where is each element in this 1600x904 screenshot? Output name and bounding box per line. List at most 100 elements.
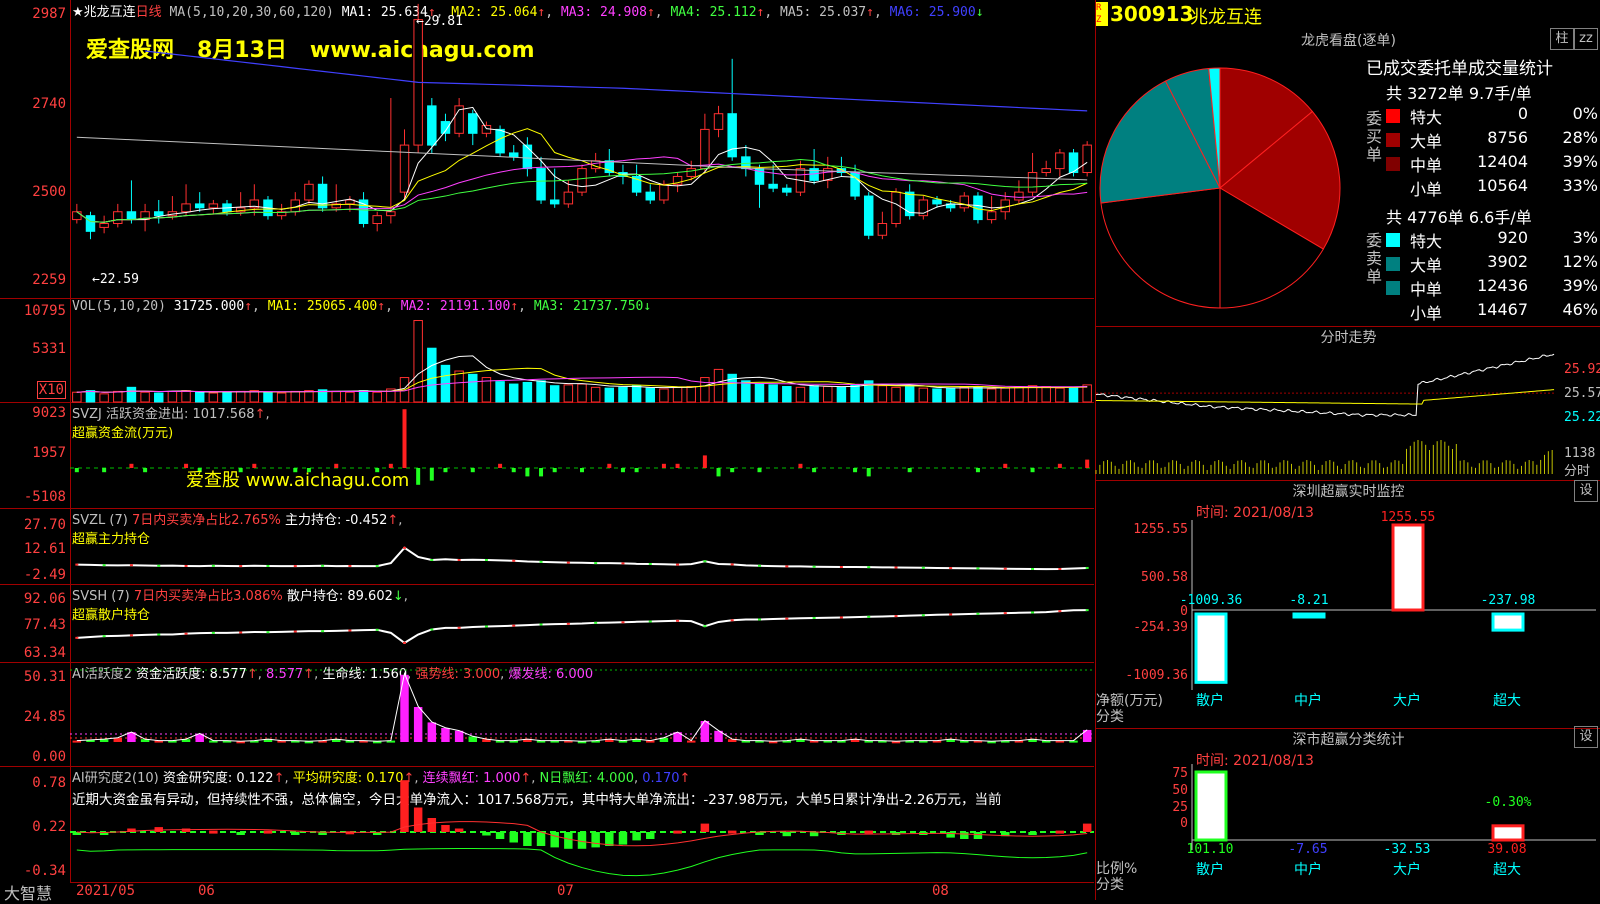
svsh-chart[interactable] [70,584,1094,662]
svzj-bar [675,463,680,468]
air-bar [1082,823,1092,832]
volume-panel[interactable]: VOL(5,10,20) 31725.000↑, MA1: 25065.400↑… [70,298,1094,403]
air-axis: 0.78 0.22 -0.34 [0,766,71,883]
axis-label: 92.06 [23,591,66,607]
ai-panel[interactable]: AI活跃度2 资金活跃度: 8.577↑, 8.577↑, 生命线: 1.560… [70,662,1094,767]
sell-label: 委卖单 [1366,231,1383,286]
svzj-bar [402,409,407,468]
axis-label: 5331 [32,341,66,357]
mon-category: 散户 [1196,692,1224,709]
air-bar [413,807,423,832]
line-marker [785,565,789,568]
candle [1027,172,1038,193]
line-marker [839,616,843,619]
axis-label: 9023 [32,405,66,421]
mon-category: 中户 [1294,692,1322,709]
candle [181,203,191,213]
mon-category: 大户 [1393,692,1421,709]
color-swatch [1386,305,1402,321]
svzj-chart[interactable] [70,402,1094,508]
svsh-line [76,609,1088,645]
air-chart[interactable] [70,766,1094,882]
fs-ylabel: 25.92 [1564,362,1600,377]
line-marker [484,559,488,562]
axis-label: -2.49 [23,567,66,583]
cls-ylabel: 25 [1172,800,1188,815]
volume-bar [1000,387,1010,403]
line-marker [867,566,871,569]
row-percent: 28% [1562,128,1598,147]
volume-bar [345,391,355,403]
air-bar [564,832,573,849]
axis-label: 27.70 [23,517,66,533]
svzj-panel[interactable]: SVZJ 活跃资金进出: 1017.568↑, 超赢资金流(万元) 爱查股 ww… [70,402,1094,509]
air-green-line [76,848,1088,877]
line-marker [1031,568,1035,571]
volume-bar [563,384,574,403]
classify-chart[interactable]: 75 50 250 101.10 散户 -7.65 中户 -32.53 大户 39.08 超大 -0.… [1096,750,1600,900]
svzj-axis: 9023 1957 -5108 [0,402,71,509]
volume-bar [700,377,710,403]
volume-bar [877,385,888,403]
volume-bar [85,390,96,403]
svzj-bar [812,468,817,473]
air-bar [181,828,191,832]
row-name: 大单 [1410,132,1443,151]
right-panel: R Z 300913 兆龙互连 龙虎看盘(逐单) 柱 zz 已成交委托单成交量统… [1095,0,1600,900]
svzj-bar [866,468,871,477]
cls-category: 散户 [1196,861,1224,878]
ai-chart[interactable] [70,662,1094,766]
svsh-panel[interactable]: SVSH (7) 7日内买卖净占比3.086% 散户持仓: 89.602↓, 超… [70,584,1094,663]
air-bar [454,828,464,832]
candle [549,199,560,205]
cls-bar [1194,770,1228,842]
volume-bar [413,320,423,403]
volume-bar [99,393,109,403]
cls-settings-button[interactable]: 设 [1574,726,1598,748]
volume-bar [809,385,819,403]
fs-unit: 分时 [1564,464,1591,479]
svzl-chart[interactable] [70,508,1094,584]
volume-bar [932,388,942,403]
line-marker [184,564,188,567]
svzl-axis: 27.70 12.61 -2.49 [0,508,71,585]
svzj-bar [730,468,735,473]
ai-bar [400,674,409,742]
monitor-chart[interactable]: 1255.55500.580-254.39-1009.36-1009.36散户-… [1096,500,1600,720]
candle [768,183,778,189]
volume-bar [304,390,314,403]
row-name: 小单 [1410,180,1443,199]
brand-label: 大智慧 [4,884,53,903]
row-name: 中单 [1410,280,1443,299]
candle [304,183,314,201]
svzj-bar [143,468,148,473]
candlestick-chart[interactable] [70,0,1094,298]
line-marker [676,619,680,622]
line-marker [75,636,79,639]
air-bar [550,832,559,848]
cls-ylabel: 0 [1180,816,1188,831]
volume-bar [1068,386,1079,403]
svzl-panel[interactable]: SVZL (7) 7日内买卖净占比2.765% 主力持仓: -0.452↑, 超… [70,508,1094,585]
intraday-chart[interactable] [1095,348,1600,478]
volume-bar [468,373,478,403]
svzj-bar [1030,468,1035,473]
row-name: 特大 [1410,232,1443,251]
cls-ylabel: 75 [1172,766,1188,781]
volume-bar [358,390,369,403]
volume-bar [741,380,751,403]
stats-row: 中单 12404 39% [1386,152,1598,175]
volume-bar [904,386,915,403]
volume-chart[interactable] [70,298,1094,403]
fs-ylabel: 25.57 [1564,386,1600,401]
volume-bar [536,380,546,403]
line-marker [785,617,789,620]
price-panel[interactable]: ★兆龙互连日线 MA(5,10,20,30,60,120) MA1: 25.63… [70,0,1094,299]
volume-bar [276,392,287,403]
mon-settings-button[interactable]: 设 [1574,480,1598,502]
air-panel[interactable]: AI研究度2(10) 资金研究度: 0.122↑, 平均研究度: 0.170↑,… [70,766,1094,882]
row-value: 920 [1497,228,1528,247]
air-bar [577,832,587,849]
cls-value: -32.53 [1384,842,1431,857]
candle [577,168,587,193]
